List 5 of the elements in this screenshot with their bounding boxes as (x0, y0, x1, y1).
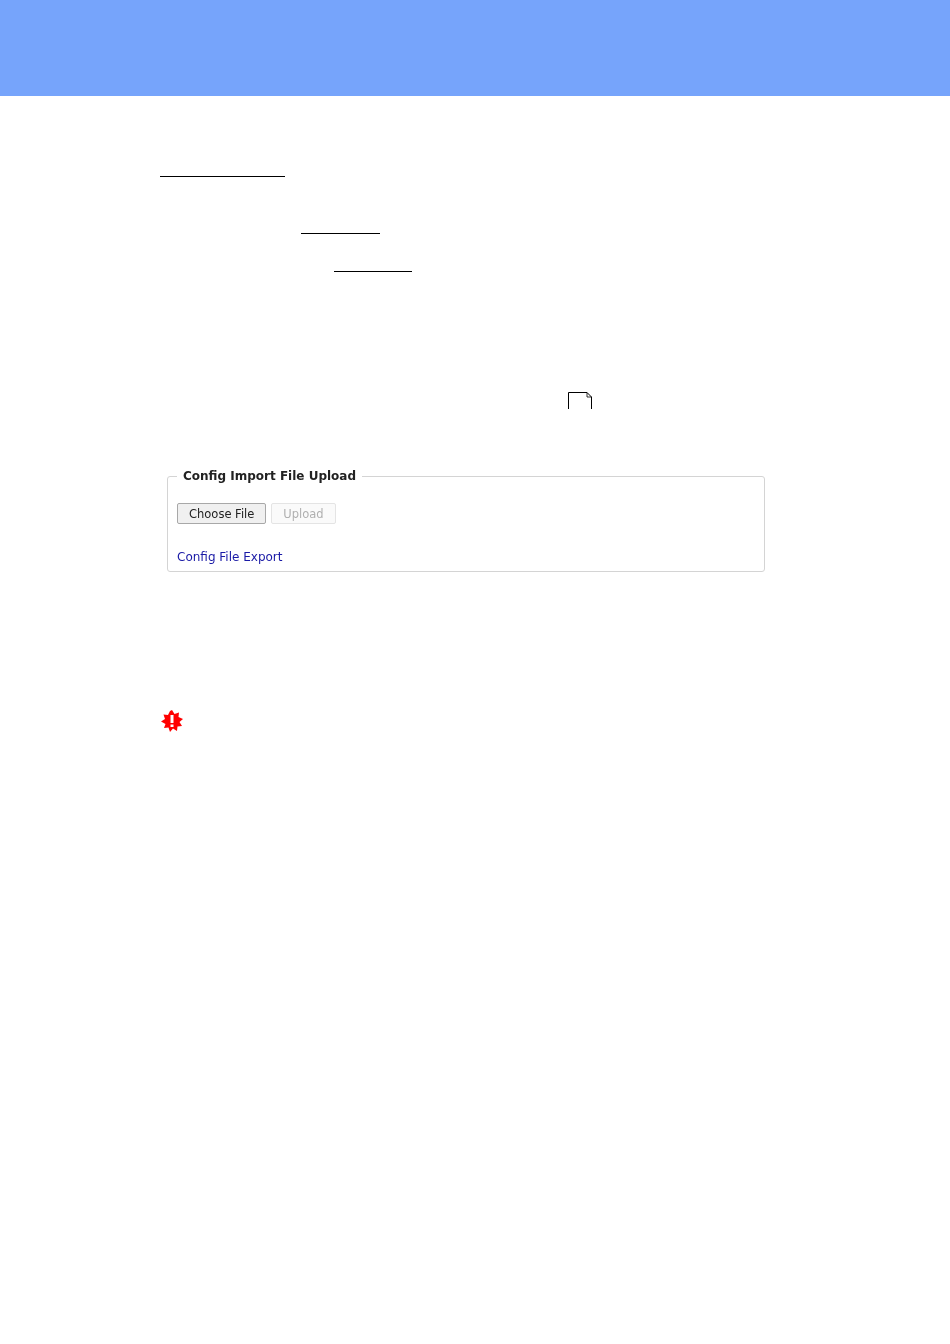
choose-file-button[interactable]: Choose File (177, 503, 267, 524)
export-link[interactable]: Config File Export (177, 550, 283, 564)
panel-title: Config Import File Upload (182, 469, 357, 483)
warning-icon (161, 710, 183, 732)
document-icon (568, 392, 592, 409)
